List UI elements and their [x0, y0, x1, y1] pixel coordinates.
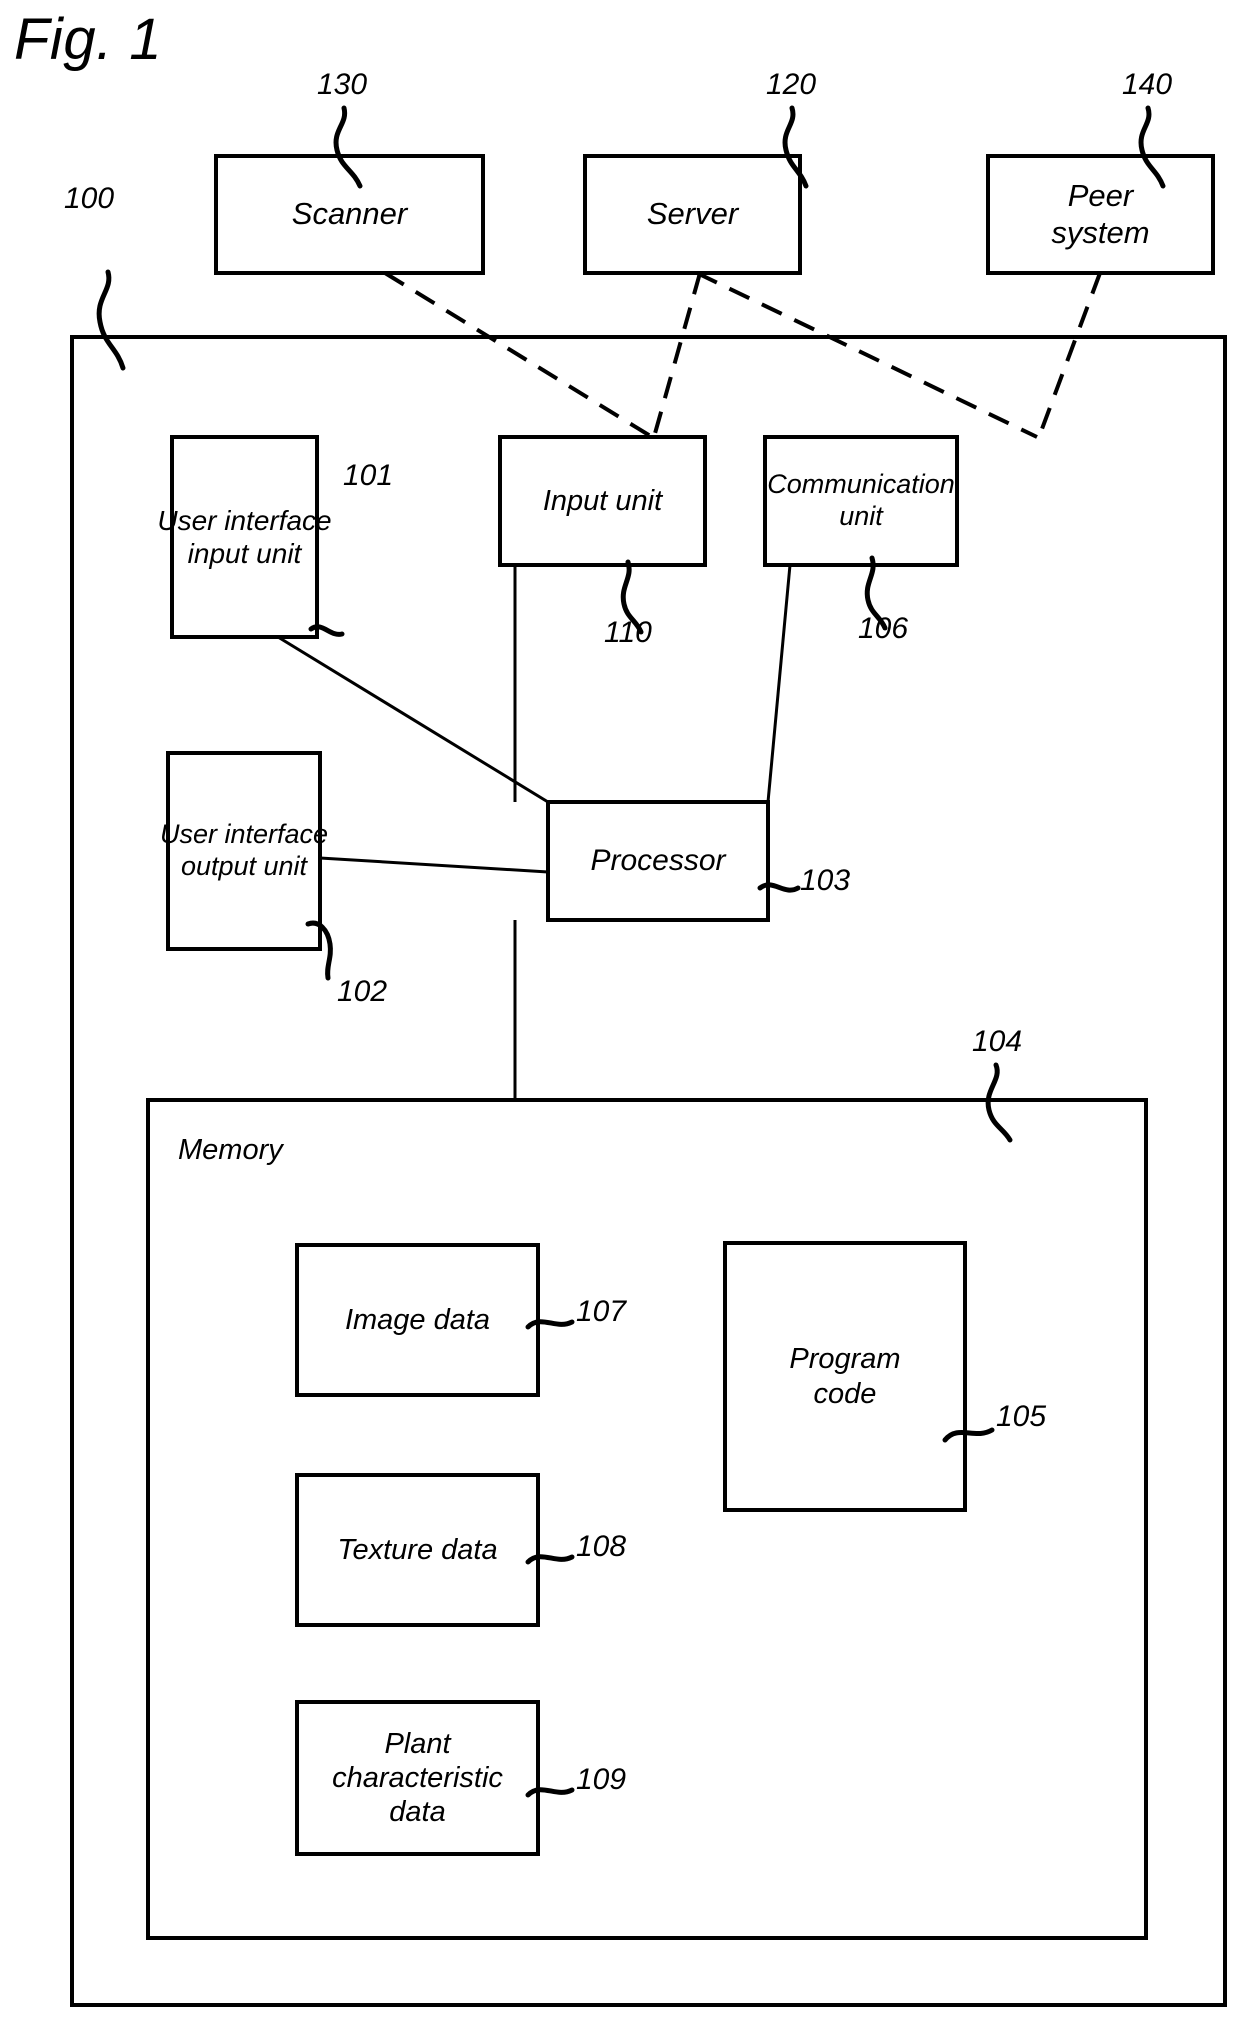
communication-unit-box[interactable]	[763, 435, 959, 567]
ref-numeral-100: 100	[64, 182, 115, 215]
ref-numeral-110: 110	[604, 616, 652, 649]
ref-numeral-104: 104	[972, 1025, 1023, 1058]
ref-numeral-102: 102	[337, 975, 388, 1008]
ref-numeral-107: 107	[576, 1295, 627, 1328]
diagram-lines-layer	[70, 105, 1227, 2007]
ref-numeral-109: 109	[576, 1763, 627, 1796]
ref-numeral-101: 101	[343, 459, 394, 492]
ref-numeral-130: 130	[317, 68, 368, 101]
ref-numeral-105: 105	[996, 1400, 1047, 1433]
ref-numeral-120: 120	[766, 68, 817, 101]
image-data-box[interactable]	[295, 1243, 540, 1397]
texture-data-box[interactable]	[295, 1473, 540, 1627]
figure-root: Fig. 1 Scanner Server Peer system User i…	[0, 0, 1240, 2027]
peer-system-box[interactable]	[986, 154, 1215, 275]
input-unit-box[interactable]	[498, 435, 707, 567]
ui-input-unit-box[interactable]	[170, 435, 319, 639]
ref-numeral-140: 140	[1122, 68, 1173, 101]
plant-characteristic-data-box[interactable]	[295, 1700, 540, 1856]
ui-output-unit-box[interactable]	[166, 751, 322, 951]
ref-numeral-106: 106	[858, 612, 909, 645]
processor-box[interactable]	[546, 800, 770, 922]
ref-numeral-103: 103	[800, 864, 851, 897]
ref-numeral-108: 108	[576, 1530, 627, 1563]
program-code-box[interactable]	[723, 1241, 967, 1512]
server-box[interactable]	[583, 154, 802, 275]
